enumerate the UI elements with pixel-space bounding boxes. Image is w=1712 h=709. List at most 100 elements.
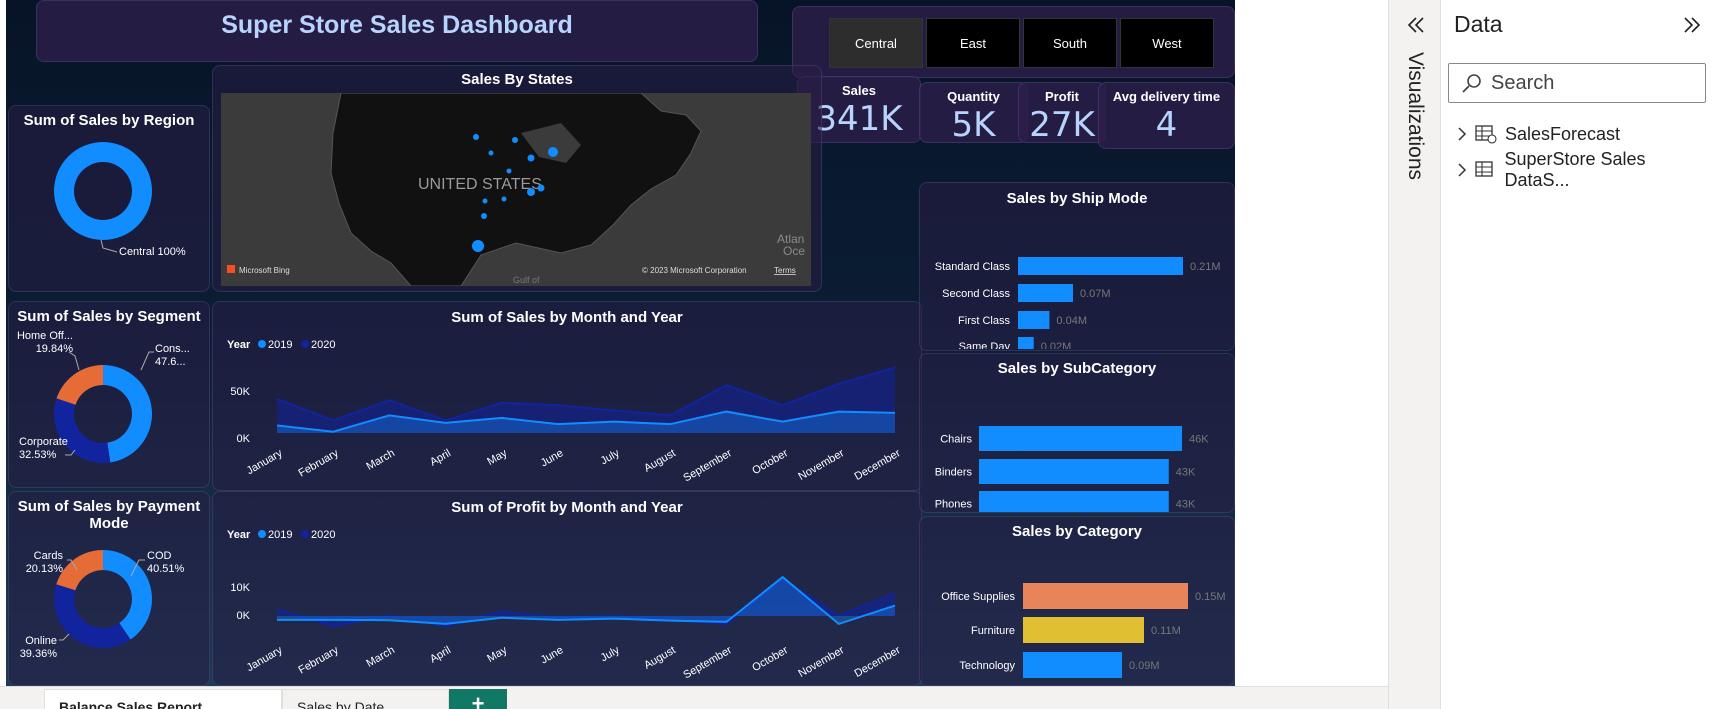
map-bubble[interactable] [473, 134, 479, 140]
x-tick-label: December [853, 447, 903, 483]
search-field[interactable]: Search [1448, 63, 1706, 103]
x-tick-label: April [428, 644, 453, 665]
legend-title: Year [227, 339, 251, 351]
microsoft-logo-icon [227, 265, 235, 273]
slicer-south[interactable]: South [1023, 18, 1117, 68]
kpi-label: Avg delivery time [1112, 89, 1221, 104]
x-tick-label: April [428, 447, 453, 468]
slice-label: Central 100% [119, 246, 186, 258]
bar-category-label: Same Day [959, 341, 1011, 349]
table-item-superstore[interactable]: SuperStore Sales DataS... [1457, 149, 1712, 190]
x-tick-label: February [297, 447, 342, 480]
map-country-label: UNITED STATES [418, 176, 542, 193]
sales-month-visual[interactable]: Sum of Sales by Month and Year Year 2019 2… [212, 301, 922, 491]
app-root: Super Store Sales Dashboard Central East… [0, 0, 1712, 709]
slicer-east[interactable]: East [926, 18, 1020, 68]
x-tick-label: December [853, 644, 903, 680]
tab-balance-sales-report[interactable]: Balance Sales Report [44, 689, 282, 709]
kpi-value: 27K [1029, 105, 1095, 145]
map-bubble[interactable] [527, 154, 535, 162]
legend-title: Year [227, 529, 251, 541]
legend-label: 2020 [311, 529, 335, 541]
map-title: Sales By States [461, 71, 573, 88]
tab-sales-by-date[interactable]: Sales by Date [282, 689, 449, 709]
map-bubble[interactable] [527, 188, 535, 196]
ship-mode-title: Sales by Ship Mode [1006, 190, 1148, 207]
leader-line [100, 239, 118, 253]
map-copyright: © 2023 Microsoft Corporation [642, 266, 747, 275]
x-tick-label: May [485, 644, 509, 665]
search-placeholder: Search [1491, 72, 1555, 94]
map-visual[interactable]: Sales By States UNITED STATES Atlan Oce … [212, 65, 822, 292]
payment-donut-chart: COD40.51% Online39.36% Cards20.13% [20, 550, 185, 660]
x-tick-label: March [364, 447, 396, 473]
ship-mode-visual[interactable]: Sales by Ship Mode Standard Class 0.21M Se… [919, 182, 1235, 351]
bar-category-label: Furniture [971, 625, 1015, 637]
map-gulf-label: Gulf of [513, 275, 540, 285]
map-bubble[interactable] [482, 198, 488, 204]
map-area[interactable]: UNITED STATES Atlan Oce Gulf of Microsof… [221, 93, 811, 286]
profit-month-chart: Year 2019 2020 10K 0K January February March Apr… [227, 529, 903, 682]
bar-value-label: 0.11M [1151, 625, 1181, 637]
map-bubble[interactable] [548, 147, 558, 157]
map-bubble[interactable] [501, 196, 507, 202]
legend-marker [258, 530, 266, 538]
bar-value-label: 0.21M [1190, 261, 1221, 273]
kpi-value: 5K [951, 105, 996, 145]
chevron-right-icon [1458, 127, 1467, 141]
bar [1023, 617, 1144, 643]
ship-mode-chart: Standard Class 0.21M Second Class 0.07M Firs… [935, 257, 1221, 349]
data-pane: Data Search SalesForecast SuperStore Sal… [1441, 0, 1712, 709]
map-bubble[interactable] [472, 240, 484, 252]
profit-month-visual[interactable]: Sum of Profit by Month and Year Year 2019… [212, 491, 922, 686]
map-bubble[interactable] [488, 150, 494, 156]
region-donut-title: Sum of Sales by Region [23, 112, 195, 129]
visualizations-pane: Visualizations [1388, 0, 1441, 709]
segment-donut-visual[interactable]: Sum of Sales by Segment Cons... 47.6... Co… [8, 301, 210, 488]
x-tick-label: November [796, 447, 846, 483]
map-bubble[interactable] [512, 137, 518, 143]
x-tick-label: August [642, 447, 678, 475]
kpi-label: Profit [1045, 89, 1079, 104]
payment-donut-visual[interactable]: Sum of Sales by Payment Mode COD 40.51% On… [8, 491, 210, 686]
slice-label: Online [25, 635, 57, 647]
bar-value-label: 0.02M [1041, 341, 1072, 349]
visualizations-label[interactable]: Visualizations [1403, 52, 1427, 180]
map-bubble[interactable] [537, 184, 545, 192]
table-item-salesforecast[interactable]: SalesForecast [1457, 121, 1620, 147]
bar [1018, 257, 1183, 275]
region-donut-visual[interactable]: Sum of Sales by Region Central 100% [8, 105, 210, 292]
leader-line [140, 351, 154, 371]
map-bubble[interactable] [481, 213, 487, 219]
category-visual[interactable]: Sales by Category Office Supplies 0.15M Fu… [919, 516, 1235, 686]
donut-slice [54, 584, 131, 648]
donut-slice [103, 550, 152, 640]
collapse-right-icon[interactable] [1681, 14, 1703, 36]
add-page-button[interactable]: + [449, 689, 507, 709]
kpi-quantity[interactable]: Quantity 5K [919, 82, 1028, 145]
bar [979, 491, 1169, 512]
map-bubble[interactable] [506, 168, 512, 174]
y-tick-label: 0K [237, 433, 251, 445]
kpi-avg-delivery[interactable]: Avg delivery time 4 [1098, 82, 1235, 149]
collapse-left-icon[interactable] [1405, 14, 1427, 36]
bar [1018, 311, 1050, 329]
bar [979, 459, 1169, 484]
table-item-label: SalesForecast [1505, 123, 1621, 144]
subcategory-visual[interactable]: Sales by SubCategory Chairs 46K Binders 43K… [919, 353, 1235, 513]
slicer-west[interactable]: West [1120, 18, 1214, 68]
y-tick-label: 0K [237, 610, 251, 622]
payment-donut-title: Sum of Sales by Payment Mode [17, 498, 201, 532]
dashboard-title: Super Store Sales Dashboard [221, 11, 573, 39]
bar-category-label: Technology [959, 660, 1015, 672]
x-tick-label: January [245, 447, 285, 477]
bar-value-label: 0.07M [1080, 288, 1111, 300]
legend-label: 2020 [311, 339, 335, 351]
donut-slice [103, 365, 152, 463]
profit-month-title: Sum of Profit by Month and Year [451, 499, 683, 516]
kpi-profit[interactable]: Profit 27K [1018, 82, 1106, 145]
map-terms-link[interactable]: Terms [774, 266, 796, 275]
segment-donut-title: Sum of Sales by Segment [17, 308, 201, 325]
donut-slice [56, 550, 103, 591]
slicer-central[interactable]: Central [829, 18, 923, 68]
